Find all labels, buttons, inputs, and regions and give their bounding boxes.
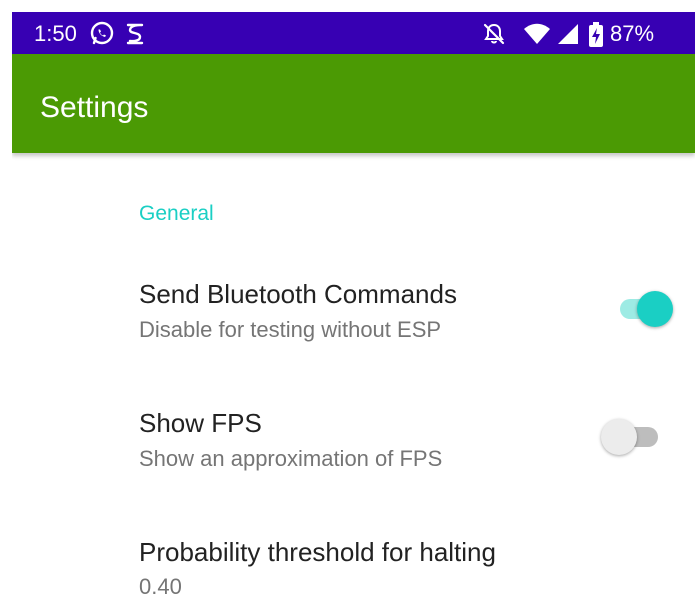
pref-title: Probability threshold for halting <box>139 537 496 567</box>
pref-title: Send Bluetooth Commands <box>139 279 457 309</box>
send-bluetooth-toggle-switch[interactable] <box>615 289 675 329</box>
settings-screen: 1:50 87% Settings General Send Bluetooth… <box>12 12 695 597</box>
app-bar: Settings <box>12 54 695 153</box>
status-time: 1:50 <box>34 21 77 46</box>
page-title: Settings <box>40 91 149 124</box>
whatsapp-icon <box>89 21 115 52</box>
bell-off-icon <box>482 22 506 51</box>
pref-summary: Show an approximation of FPS <box>139 446 443 471</box>
switch-thumb <box>601 419 637 455</box>
notification-s-icon <box>124 21 146 52</box>
cell-signal-icon <box>556 22 580 51</box>
battery-percent: 87% <box>610 21 655 46</box>
show-fps-toggle-switch[interactable] <box>601 417 661 457</box>
switch-thumb <box>637 291 673 327</box>
pref-title: Show FPS <box>139 408 262 438</box>
wifi-icon <box>523 22 551 51</box>
category-general-header: General <box>139 202 214 225</box>
battery-charging-icon <box>588 22 604 53</box>
status-bar: 1:50 87% <box>12 12 695 54</box>
pref-summary: Disable for testing without ESP <box>139 317 442 342</box>
pref-summary: 0.40 <box>139 574 182 597</box>
